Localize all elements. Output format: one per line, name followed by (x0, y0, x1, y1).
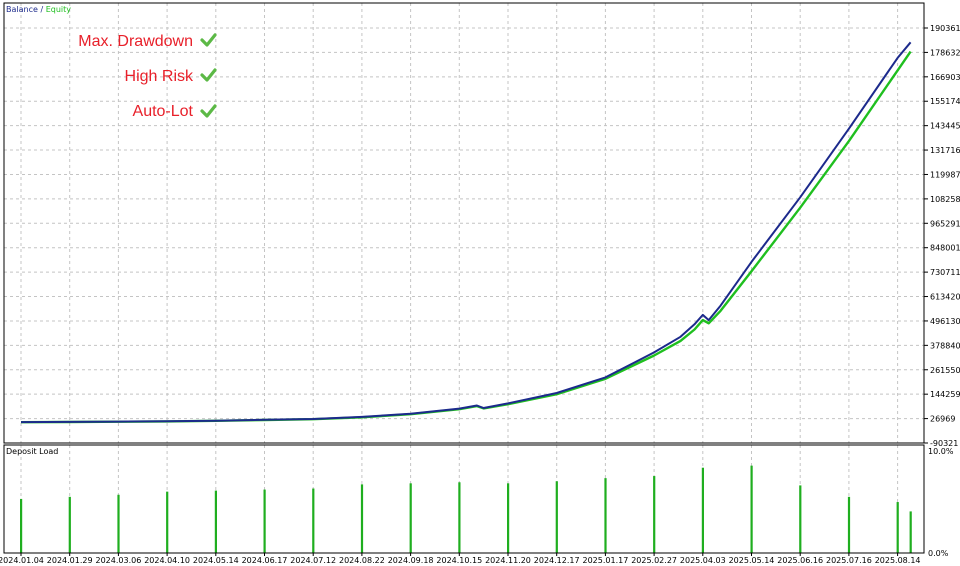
y-tick-label: 613420 (930, 293, 960, 302)
x-tick-label: 2024.08.22 (339, 556, 385, 565)
legend-separator: / (38, 5, 46, 14)
deposit-bar (909, 511, 912, 553)
deposit-bar (166, 491, 169, 553)
annotation-label: Auto-Lot (133, 103, 194, 120)
x-tick-label: 2024.01.29 (47, 556, 93, 565)
x-tick-label: 2025.01.17 (582, 556, 628, 565)
deposit-panel-frame (3, 444, 925, 554)
svg-text:Balance / Equity: Balance / Equity (6, 5, 71, 14)
y-tick-label: 1317162 (930, 146, 960, 155)
deposit-bar (847, 496, 851, 553)
y-tick-label: 1903613 (930, 24, 960, 33)
annotation-high-risk: High Risk (125, 68, 217, 85)
deposit-bar (214, 490, 217, 553)
deposit-panel-title: Deposit Load (6, 447, 58, 456)
x-tick-label: 2024.06.17 (242, 556, 288, 565)
y-tick-label: 1551742 (930, 97, 960, 106)
deposit-bar (653, 476, 656, 553)
check-icon (200, 68, 217, 82)
main-series-group (20, 41, 912, 424)
chart-canvas: 1903613 1786323 1669033 1551742 1434452 13171… (0, 2, 960, 565)
y-tick-label: 1199872 (930, 170, 960, 179)
annotation-label: Max. Drawdown (78, 33, 193, 50)
deposit-bar (68, 496, 71, 553)
deposit-bar (360, 484, 364, 553)
x-tick-label: 2025.07.16 (826, 556, 872, 565)
y-tick-label: 730711 (930, 268, 960, 277)
deposit-bar (555, 481, 558, 553)
check-icon (200, 33, 217, 47)
legend-equity-label: Equity (46, 5, 72, 14)
x-tick-label: 2024.04.10 (144, 556, 190, 565)
x-tick-label: 2025.02.27 (631, 556, 677, 565)
x-tick-label: 2025.06.16 (777, 556, 823, 565)
x-tick-label: 2024.09.18 (388, 556, 434, 565)
y-tick-label: 1434452 (930, 122, 960, 131)
check-icon (200, 104, 217, 118)
deposit-bar (604, 478, 607, 553)
y-tick-label: 1786323 (930, 48, 960, 57)
deposit-y-top-label: 10.0% (928, 447, 954, 456)
x-tick-label: 2025.04.03 (680, 556, 726, 565)
deposit-bar (458, 482, 461, 553)
x-tick-label: 2024.12.17 (534, 556, 580, 565)
y-tick-label: 261550 (930, 366, 960, 375)
annotation-max-drawdown: Max. Drawdown (78, 33, 217, 50)
x-axis: 2024.01.04 2024.01.29 2024.03.06 2024.04.10… (0, 553, 921, 565)
balance-line (20, 41, 912, 424)
x-tick-label: 2024.05.14 (193, 556, 239, 565)
y-tick-label: 1082581 (930, 195, 960, 204)
annotation-label: High Risk (125, 68, 194, 85)
x-tick-label: 2024.03.06 (95, 556, 141, 565)
deposit-bar (701, 467, 704, 553)
legend: Balance / Equity (6, 5, 71, 14)
y-tick-label: 26969 (930, 415, 955, 424)
y-tick-label: 1669033 (930, 73, 960, 82)
x-tick-label: 2024.01.04 (0, 556, 44, 565)
x-tick-label: 2024.10.15 (436, 556, 482, 565)
x-tick-label: 2024.07.12 (290, 556, 336, 565)
deposit-bar (20, 498, 23, 553)
y-tick-label: 144259 (930, 390, 960, 399)
y-tick-label: 965291 (930, 219, 960, 228)
deposit-bar (750, 465, 753, 553)
deposit-bar (312, 488, 315, 553)
main-y-axis: 1903613 1786323 1669033 1551742 1434452 13171… (924, 24, 960, 448)
deposit-bar (799, 485, 802, 553)
deposit-bar (409, 483, 412, 553)
annotation-list: Max. Drawdown High Risk Auto-Lot (78, 33, 217, 120)
legend-balance-label: Balance (6, 5, 38, 14)
y-tick-label: 496130 (930, 317, 960, 326)
y-tick-label: 848001 (930, 244, 960, 253)
deposit-y-bottom-label: 0.0% (928, 549, 949, 558)
deposit-bar (896, 502, 899, 553)
deposit-bar (263, 489, 266, 553)
x-tick-label: 2025.05.14 (729, 556, 775, 565)
annotation-auto-lot: Auto-Lot (133, 103, 217, 120)
x-tick-label: 2025.08.14 (875, 556, 921, 565)
x-tick-label: 2024.11.20 (485, 556, 531, 565)
y-tick-label: 378840 (930, 341, 960, 350)
deposit-bar (117, 494, 120, 553)
deposit-bars (20, 465, 912, 553)
deposit-bar (507, 483, 510, 553)
